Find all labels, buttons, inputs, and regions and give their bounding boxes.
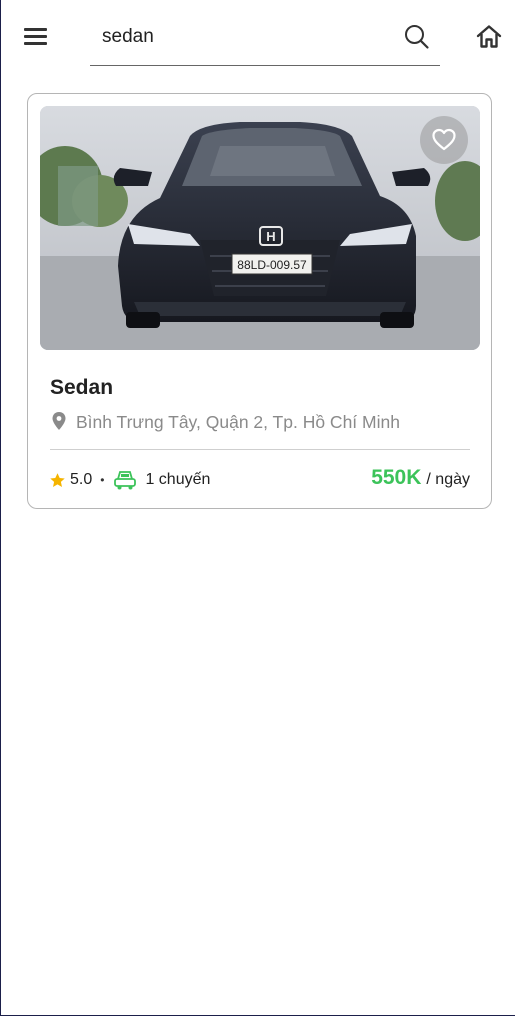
separator-dot: •: [100, 473, 105, 487]
rating-value: 5.0: [70, 471, 93, 488]
home-button[interactable]: [474, 22, 504, 52]
price-row: 550K / ngày: [371, 466, 470, 492]
menu-icon-line: [24, 35, 47, 38]
location-pin-icon: [52, 412, 66, 430]
license-plate-text: 88LD-009.57: [237, 258, 307, 272]
trip-car-icon: [114, 471, 137, 490]
location-row: Bình Trưng Tây, Quận 2, Tp. Hồ Chí Minh: [50, 410, 400, 434]
price-unit: / ngày: [426, 471, 470, 488]
heart-outline-icon: [432, 128, 456, 151]
star-icon: [50, 472, 65, 487]
menu-icon-line: [24, 28, 47, 31]
menu-icon-line: [24, 42, 47, 45]
price-value: 550K: [371, 466, 422, 489]
svg-text:H: H: [266, 229, 275, 244]
car-title: Sedan: [50, 376, 114, 399]
location-text: Bình Trưng Tây, Quận 2, Tp. Hồ Chí Minh: [76, 411, 400, 432]
rating-trips-row: 5.0 • 1 chuyến: [49, 468, 210, 492]
home-icon: [476, 25, 502, 48]
car-photo: H 88LD-009.57: [40, 106, 480, 350]
top-app-bar: [1, 0, 515, 72]
search-input[interactable]: [102, 24, 392, 50]
car-image: H 88LD-009.57: [40, 106, 480, 350]
search-icon: [405, 25, 429, 49]
favorite-button[interactable]: [420, 116, 468, 164]
search-field: [90, 14, 440, 66]
trip-count: 1 chuyến: [145, 471, 211, 488]
car-listing-card[interactable]: H 88LD-009.57 Sedan Bình Trưng Tây, Quận…: [27, 93, 492, 509]
menu-button[interactable]: [23, 24, 49, 48]
card-divider: [50, 449, 470, 450]
search-button[interactable]: [403, 23, 431, 51]
